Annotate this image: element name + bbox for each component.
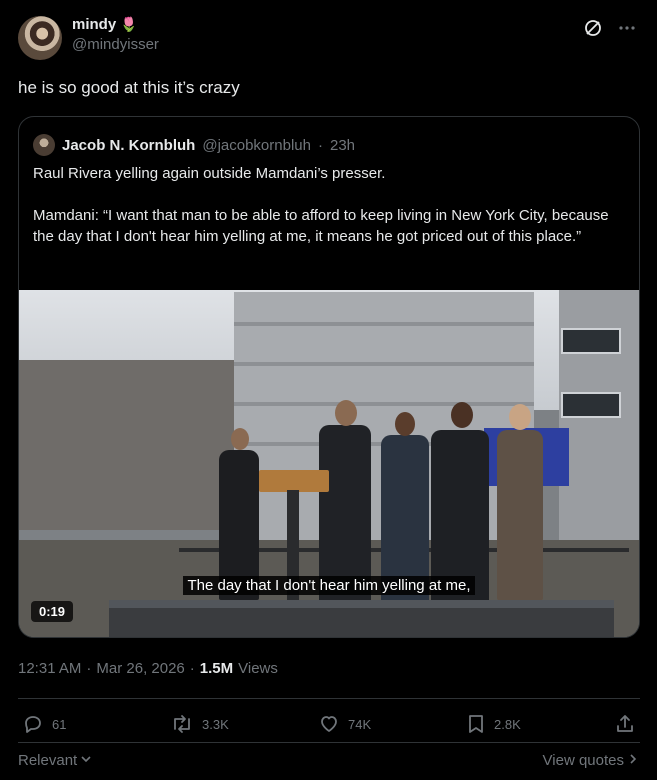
repost-count: 3.3K (202, 716, 229, 732)
video-stage (109, 608, 614, 637)
bookmark-icon (466, 713, 486, 735)
author-avatar[interactable] (18, 16, 62, 60)
quoted-name[interactable]: Jacob N. Kornbluh (62, 137, 195, 154)
share-icon (614, 713, 636, 735)
video-person-head (231, 428, 249, 450)
video-caption: The day that I don't hear him yelling at… (19, 576, 639, 595)
header-icons (583, 18, 637, 38)
quoted-paragraph-1: Raul Rivera yelling again outside Mamdan… (33, 165, 386, 182)
tweet-header: mindy 🌷 @mindyisser (18, 14, 643, 64)
quoted-paragraph-2: Mamdani: “I want that man to be able to … (33, 207, 609, 245)
tweet-meta: 12:31 AM · Mar 26, 2026 · 1.5M Views (18, 660, 278, 677)
views-count: 1.5M (199, 660, 234, 677)
divider-bottom (18, 742, 640, 743)
views-label: Views (238, 660, 278, 677)
author-display-name-row[interactable]: mindy 🌷 (72, 16, 159, 33)
quoted-tweet[interactable]: Jacob N. Kornbluh @jacobkornbluh · 23h R… (18, 116, 640, 638)
reply-count: 61 (52, 716, 67, 732)
video-person-head (395, 412, 415, 436)
reply-button[interactable]: 61 (22, 713, 66, 735)
tweet-text: he is so good at this it’s crazy (18, 78, 240, 97)
quoted-handle[interactable]: @jacobkornbluh (202, 137, 311, 154)
video-window (561, 328, 621, 354)
repost-icon (170, 713, 194, 735)
like-count: 74K (348, 716, 372, 732)
quoted-video[interactable]: The day that I don't hear him yelling at… (19, 290, 639, 637)
bookmark-count: 2.8K (494, 716, 521, 732)
sort-dropdown[interactable]: Relevant (18, 752, 92, 769)
repost-button[interactable]: 3.3K (170, 713, 229, 735)
more-icon[interactable] (617, 18, 637, 38)
tweet-date[interactable]: Mar 26, 2026 (96, 660, 184, 677)
chevron-down-icon (80, 752, 92, 769)
heart-icon (318, 713, 340, 735)
video-duration: 0:19 (31, 601, 74, 622)
like-button[interactable]: 74K (318, 713, 371, 735)
video-window (561, 392, 621, 418)
video-caption-text: The day that I don't hear him yelling at… (183, 576, 475, 595)
meta-separator: · (189, 660, 195, 677)
author-names: mindy 🌷 @mindyisser (72, 16, 159, 53)
sort-label: Relevant (18, 752, 78, 769)
action-bar: 61 3.3K 74K 2.8K (18, 710, 640, 740)
video-person-head (335, 400, 357, 426)
author-display-name[interactable]: mindy (72, 16, 116, 33)
tulip-emoji: 🌷 (120, 16, 138, 32)
bookmark-button[interactable]: 2.8K (466, 713, 521, 735)
quoted-header: Jacob N. Kornbluh @jacobkornbluh · 23h (33, 134, 355, 156)
quoted-separator: · (317, 136, 323, 154)
video-person-head (451, 402, 473, 428)
author-handle[interactable]: @mindyisser (72, 36, 159, 53)
tweet-time[interactable]: 12:31 AM (18, 660, 81, 677)
video-person (497, 430, 543, 600)
video-podium (259, 470, 329, 492)
quoted-avatar[interactable] (33, 134, 55, 156)
quoted-text: Raul Rivera yelling again outside Mamdan… (33, 163, 633, 268)
quoted-time[interactable]: 23h (330, 137, 355, 154)
reply-icon (22, 713, 44, 735)
share-button[interactable] (614, 713, 636, 735)
meta-separator: · (86, 660, 92, 677)
divider-top (18, 698, 640, 699)
grok-icon[interactable] (583, 18, 603, 38)
view-quotes-label: View quotes (542, 752, 624, 769)
video-person-head (509, 404, 531, 430)
view-quotes-link[interactable]: View quotes (543, 752, 639, 769)
chevron-right-icon (627, 752, 639, 769)
